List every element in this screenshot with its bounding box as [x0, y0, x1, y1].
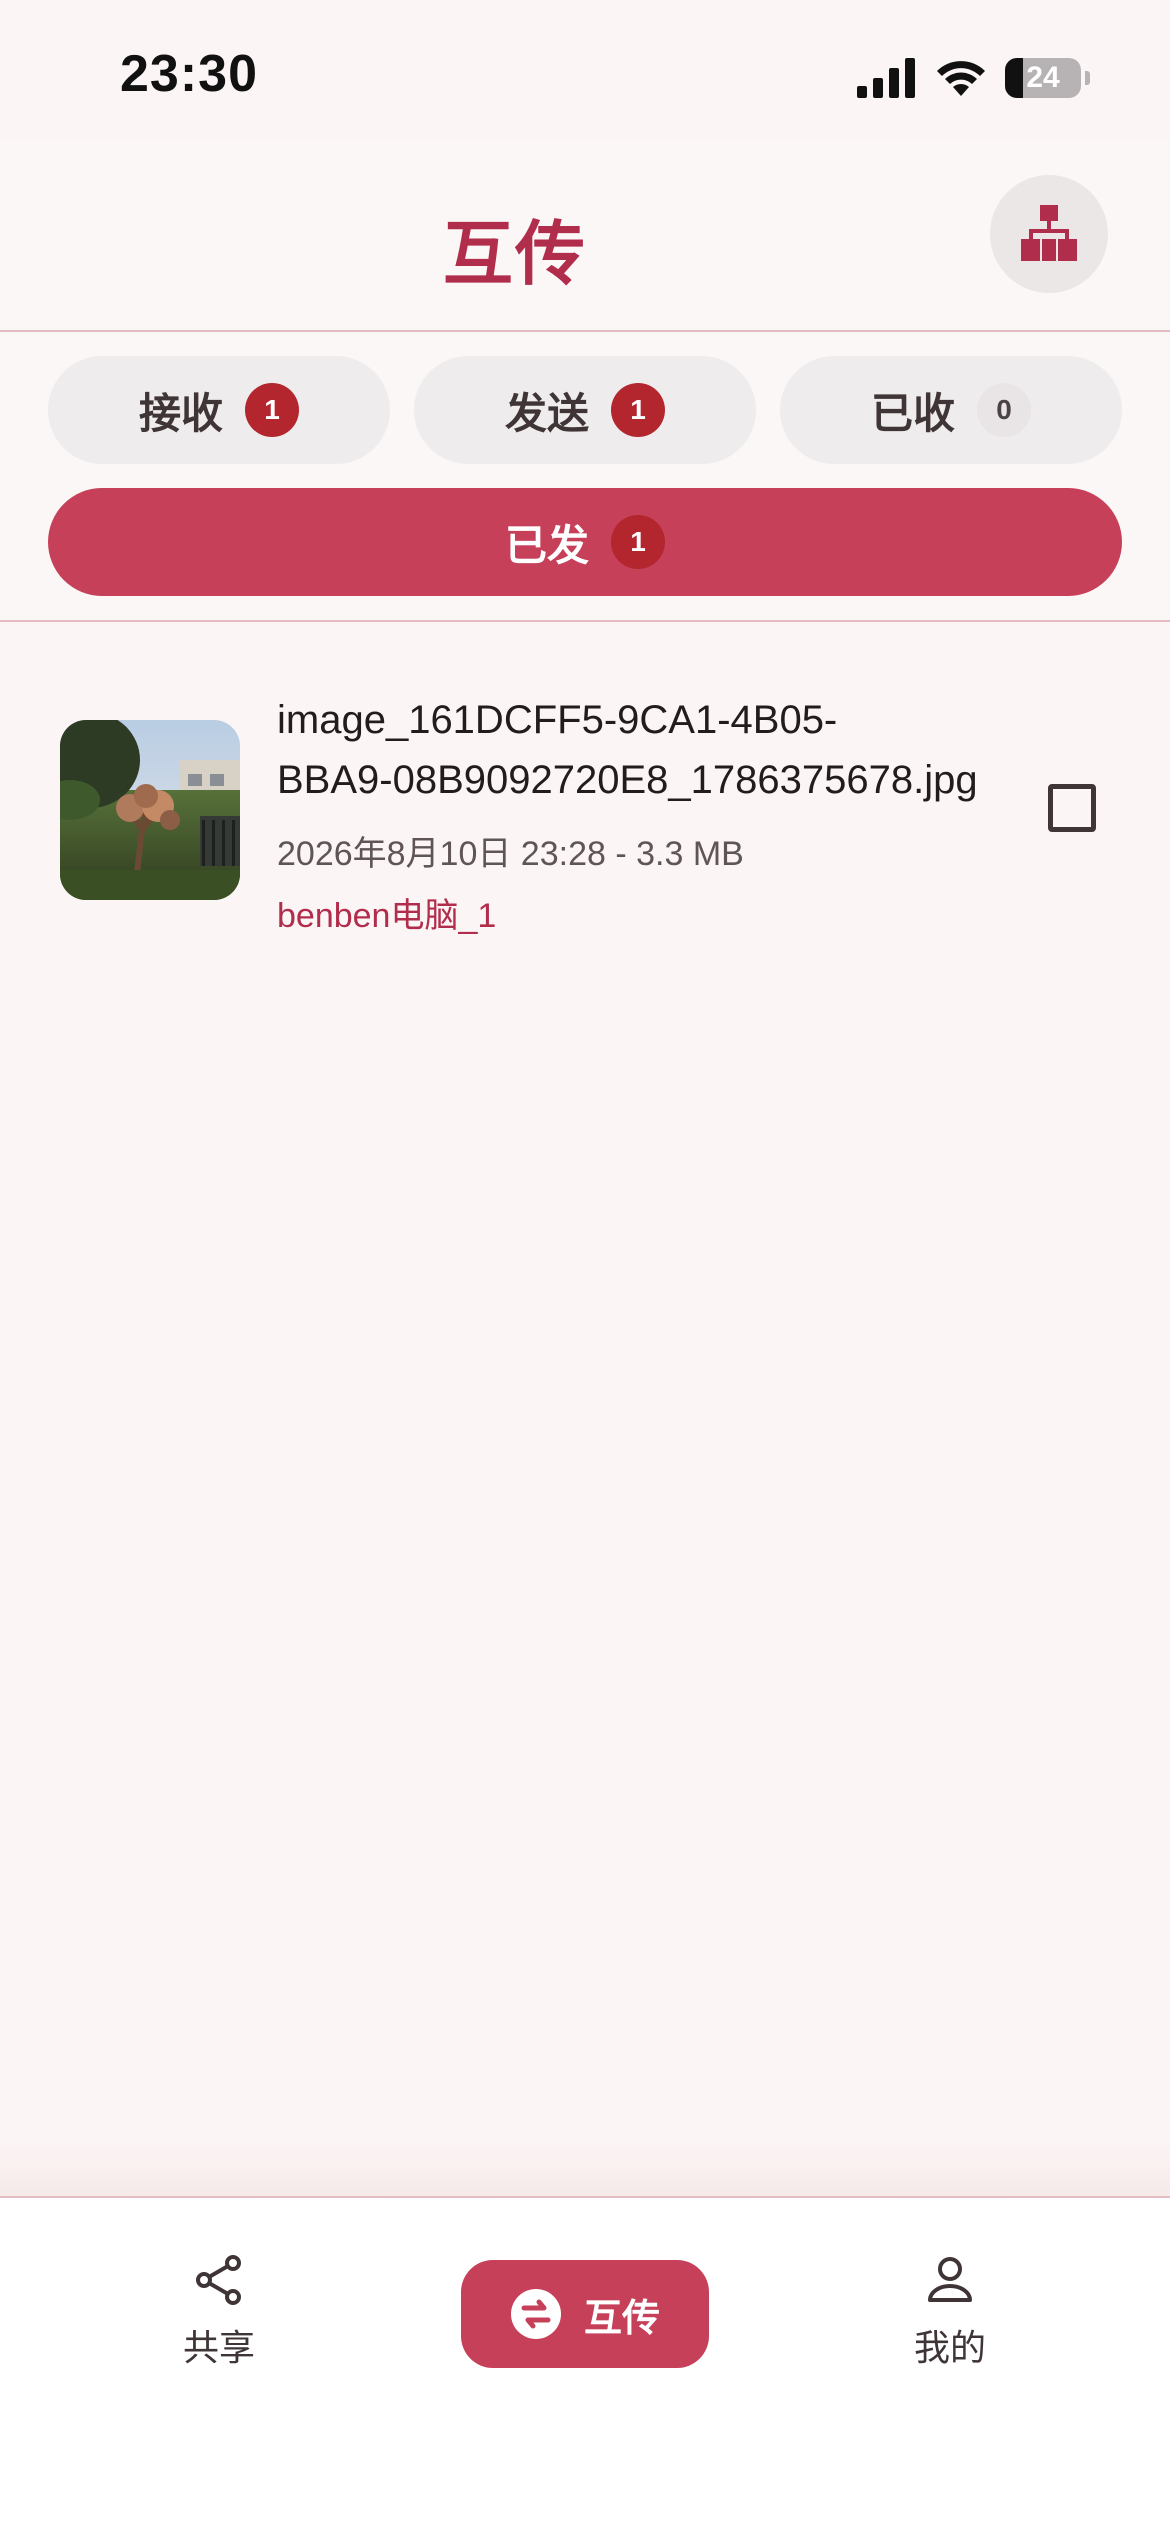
select-checkbox[interactable]	[1048, 784, 1096, 832]
filter-tabs: 接收 1 发送 1 已收 0 已发 1	[0, 332, 1170, 622]
file-name-line-1: image_161DCFF5-9CA1-4B05-	[277, 698, 838, 742]
tab-send[interactable]: 发送 1	[414, 356, 756, 464]
battery-icon: 24	[1005, 58, 1081, 98]
file-meta: 2026年8月10日 23:28 - 3.3 MB	[277, 835, 744, 873]
battery-cap	[1085, 71, 1090, 85]
network-icon	[1021, 205, 1077, 261]
nav-transfer[interactable]: 互传	[461, 2260, 709, 2368]
nav-mine-label: 我的	[913, 2327, 986, 2368]
status-bar: 23:30 24	[0, 0, 1170, 140]
tab-receive[interactable]: 接收 1	[48, 356, 390, 464]
tab-received[interactable]: 已收 0	[780, 356, 1122, 464]
nav-mine[interactable]: 我的	[850, 2254, 1050, 2371]
wifi-icon	[937, 61, 985, 96]
tab-label: 已发	[504, 521, 589, 569]
tab-label: 已收	[870, 389, 955, 437]
share-icon	[196, 2255, 241, 2305]
image-thumbnail	[60, 720, 240, 900]
page-title: 互传	[443, 215, 587, 293]
nav-share[interactable]: 共享	[119, 2254, 319, 2371]
count-badge: 1	[611, 383, 665, 437]
swap-icon	[510, 2289, 561, 2339]
count-badge: 1	[245, 383, 299, 437]
file-source-device: benben电脑_1	[277, 897, 497, 935]
count-badge: 0	[977, 383, 1031, 437]
nav-share-label: 共享	[182, 2327, 255, 2368]
tab-label: 发送	[504, 389, 589, 437]
battery-level: 24	[1026, 61, 1060, 94]
file-name-line-2: BBA9-08B9092720E8_1786375678.jpg	[277, 758, 978, 802]
app-header: 互传	[0, 140, 1170, 332]
bottom-nav: 共享 互传 我的	[0, 2196, 1170, 2534]
nav-fade	[0, 2140, 1170, 2196]
file-name: image_161DCFF5-9CA1-4B05- BBA9-08B909272…	[277, 690, 1017, 810]
status-time: 23:30	[120, 45, 258, 103]
cellular-signal-icon	[857, 58, 915, 98]
status-icons: 24	[857, 54, 1090, 102]
count-badge: 1	[611, 515, 665, 569]
tab-label: 接收	[138, 389, 223, 437]
device-network-button[interactable]	[990, 175, 1108, 293]
file-list-item[interactable]: image_161DCFF5-9CA1-4B05- BBA9-08B909272…	[0, 680, 1170, 940]
tab-sent[interactable]: 已发 1	[48, 488, 1122, 596]
nav-transfer-label: 互传	[583, 2297, 660, 2340]
person-icon	[928, 2257, 972, 2302]
